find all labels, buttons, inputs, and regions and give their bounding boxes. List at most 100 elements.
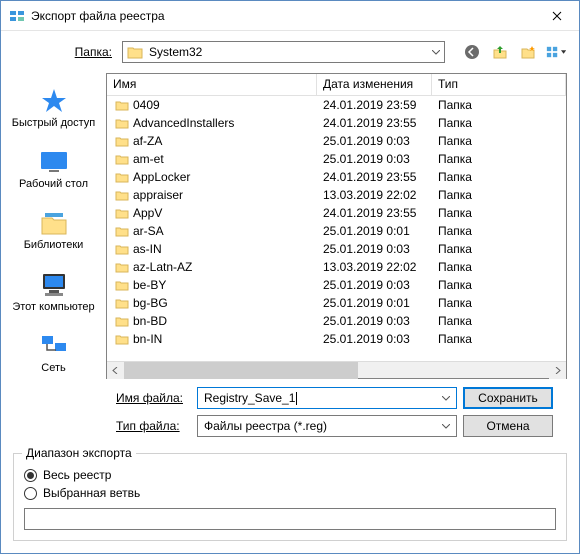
file-type: Папка [432,170,566,184]
place-network[interactable]: Сеть [9,326,99,383]
table-row[interactable]: AppLocker24.01.2019 23:55Папка [107,168,566,186]
places-bar: Быстрый доступ Рабочий стол Библиотеки Э… [1,73,106,379]
folder-icon [115,225,129,237]
file-name: appraiser [133,188,183,202]
text-caret [296,392,297,405]
radio-branch[interactable]: Выбранная ветвь [24,486,556,500]
dialog-export-registry: Экспорт файла реестра Папка: System32 [0,0,580,554]
header-type[interactable]: Тип [432,74,566,95]
file-date: 25.01.2019 0:01 [317,224,432,238]
scroll-thumb[interactable] [124,362,358,379]
cancel-button[interactable]: Отмена [463,415,553,437]
table-row[interactable]: am-et25.01.2019 0:03Папка [107,150,566,168]
new-folder-button[interactable] [517,41,539,63]
file-date: 25.01.2019 0:01 [317,296,432,310]
file-list[interactable]: 040924.01.2019 23:59ПапкаAdvancedInstall… [107,96,566,361]
close-button[interactable] [534,1,579,30]
radio-icon [24,469,37,482]
star-icon [38,85,70,117]
header-name[interactable]: Имя [107,74,317,95]
radio-all[interactable]: Весь реестр [24,468,556,482]
form-area: Имя файла: Registry_Save_1 Сохранить Тип… [1,379,579,453]
file-date: 24.01.2019 23:55 [317,206,432,220]
back-button[interactable] [461,41,483,63]
chevron-down-icon [442,424,450,429]
file-name: bg-BG [133,296,168,310]
export-range-group: Диапазон экспорта Весь реестр Выбранная … [13,453,567,541]
file-type: Папка [432,134,566,148]
filetype-value: Файлы реестра (*.reg) [204,419,436,433]
libraries-icon [38,207,70,239]
table-row[interactable]: 040924.01.2019 23:59Папка [107,96,566,114]
folder-icon [115,135,129,147]
radio-icon [24,487,37,500]
horizontal-scrollbar[interactable] [107,361,566,378]
chevron-left-icon [112,367,119,374]
new-folder-icon [520,44,536,60]
file-date: 25.01.2019 0:03 [317,134,432,148]
table-row[interactable]: af-ZA 25.01.2019 0:03Папка [107,132,566,150]
table-row[interactable]: appraiser13.03.2019 22:02Папка [107,186,566,204]
up-button[interactable] [489,41,511,63]
table-row[interactable]: AdvancedInstallers24.01.2019 23:55Папка [107,114,566,132]
folder-icon [115,207,129,219]
save-button[interactable]: Сохранить [463,387,553,409]
filename-input[interactable]: Registry_Save_1 [197,387,457,409]
file-name: AdvancedInstallers [133,116,234,130]
close-icon [552,11,562,21]
place-desktop[interactable]: Рабочий стол [9,142,99,199]
file-type: Папка [432,224,566,238]
scroll-track[interactable] [124,362,549,379]
place-label: Рабочий стол [19,178,88,191]
file-name: be-BY [133,278,166,292]
table-row[interactable]: az-Latn-AZ13.03.2019 22:02Папка [107,258,566,276]
table-row[interactable]: bn-IN25.01.2019 0:03Папка [107,330,566,348]
place-label: Быстрый доступ [12,117,96,130]
filename-value: Registry_Save_1 [204,391,295,405]
table-row[interactable]: AppV24.01.2019 23:55Папка [107,204,566,222]
table-row[interactable]: as-IN25.01.2019 0:03Папка [107,240,566,258]
place-this-pc[interactable]: Этот компьютер [9,265,99,322]
folder-icon [115,171,129,183]
file-date: 25.01.2019 0:03 [317,314,432,328]
chevron-right-icon [554,367,561,374]
table-row[interactable]: bg-BG25.01.2019 0:01Папка [107,294,566,312]
file-type: Папка [432,314,566,328]
column-headers: Имя Дата изменения Тип [107,74,566,96]
scroll-left-button[interactable] [107,362,124,379]
table-row[interactable]: bn-BD 25.01.2019 0:03Папка [107,312,566,330]
views-button[interactable] [545,41,567,63]
folder-icon [115,315,129,327]
file-name: af-ZA [133,134,162,148]
scroll-right-button[interactable] [549,362,566,379]
network-icon [38,330,70,362]
radio-all-label: Весь реестр [43,468,111,482]
file-name: AppLocker [133,170,190,184]
file-name: az-Latn-AZ [133,260,192,274]
folder-combo[interactable]: System32 [122,41,445,63]
chevron-down-icon [442,396,450,401]
folder-icon [115,333,129,345]
file-type: Папка [432,332,566,346]
desktop-icon [38,146,70,178]
back-icon [464,44,480,60]
file-name: bn-IN [133,332,162,346]
table-row[interactable]: be-BY25.01.2019 0:03Папка [107,276,566,294]
place-quick-access[interactable]: Быстрый доступ [9,81,99,138]
up-folder-icon [492,44,508,60]
table-row[interactable]: ar-SA25.01.2019 0:01Папка [107,222,566,240]
filetype-label: Тип файла: [1,419,191,433]
file-type: Папка [432,242,566,256]
file-name: bn-BD [133,314,167,328]
file-name: as-IN [133,242,162,256]
place-libraries[interactable]: Библиотеки [9,203,99,260]
folder-row: Папка: System32 [1,31,579,73]
file-date: 24.01.2019 23:59 [317,98,432,112]
branch-input[interactable] [24,508,556,530]
chevron-down-icon [432,50,440,55]
filetype-combo[interactable]: Файлы реестра (*.reg) [197,415,457,437]
file-type: Папка [432,260,566,274]
file-pane: Имя Дата изменения Тип 040924.01.2019 23… [106,73,567,379]
header-date[interactable]: Дата изменения [317,74,432,95]
file-date: 25.01.2019 0:03 [317,152,432,166]
